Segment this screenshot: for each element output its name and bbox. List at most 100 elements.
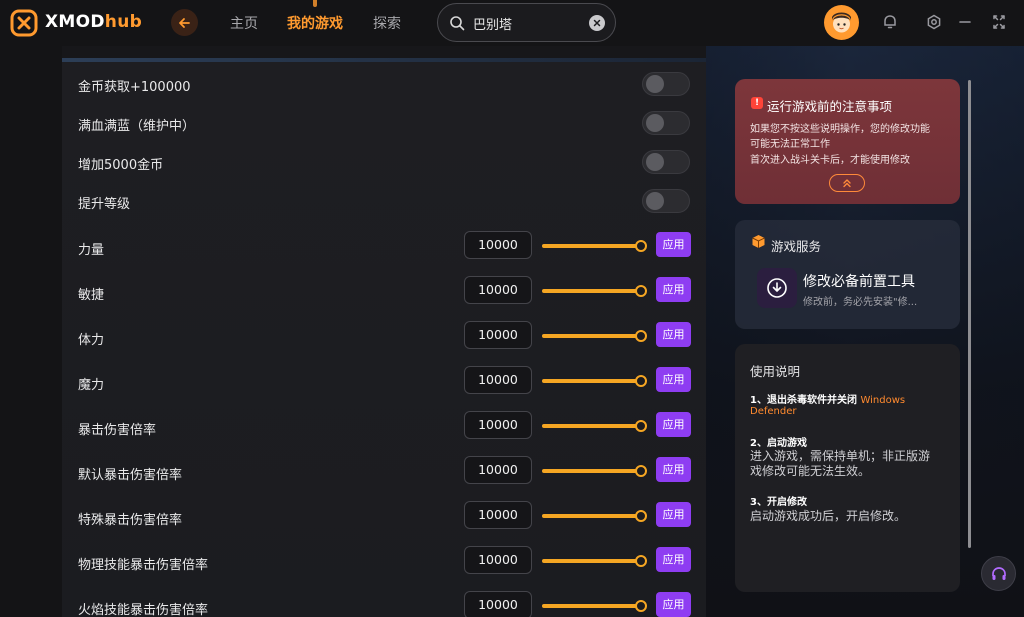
- support-button[interactable]: [981, 556, 1016, 591]
- slider-thumb[interactable]: [635, 600, 647, 612]
- close-icon: [593, 19, 601, 27]
- clear-search-button[interactable]: [589, 15, 605, 31]
- apply-button[interactable]: 应用: [656, 322, 691, 347]
- toggle-row: 满血满蓝（维护中）: [62, 104, 706, 144]
- slider-thumb[interactable]: [635, 465, 647, 477]
- search-box[interactable]: [437, 3, 616, 42]
- toggle-knob: [646, 114, 664, 132]
- tool-name[interactable]: 修改必备前置工具: [803, 271, 915, 291]
- double-chevron-up-icon: [843, 179, 851, 188]
- nav-home[interactable]: 主页: [230, 13, 258, 33]
- notice-line: 如果您不按这些说明操作，您的修改功能: [750, 124, 930, 135]
- avatar[interactable]: [824, 5, 859, 40]
- slider-row: 暴击伤害倍率 10000 应用: [62, 408, 706, 448]
- back-button[interactable]: [171, 9, 198, 36]
- fullscreen-icon[interactable]: [992, 14, 1006, 30]
- slider-label: 默认暴击伤害倍率: [78, 468, 183, 483]
- notice-title: 运行游戏前的注意事项: [767, 99, 893, 114]
- apply-button[interactable]: 应用: [656, 367, 691, 392]
- value-slider[interactable]: [542, 330, 647, 342]
- nav-my-games[interactable]: 我的游戏: [287, 13, 343, 33]
- minimize-icon[interactable]: [958, 14, 972, 30]
- search-input[interactable]: [473, 13, 583, 33]
- download-icon: [767, 278, 787, 298]
- right-scrollbar[interactable]: [968, 80, 971, 548]
- value-input[interactable]: 10000: [464, 366, 532, 394]
- value-input[interactable]: 10000: [464, 321, 532, 349]
- step-3-title: 3、开启修改: [750, 497, 807, 508]
- toggle-row: 金币获取+100000: [62, 65, 706, 105]
- apply-button[interactable]: 应用: [656, 502, 691, 527]
- slider-thumb[interactable]: [635, 285, 647, 297]
- value-input[interactable]: 10000: [464, 591, 532, 617]
- notice-card: ! 运行游戏前的注意事项 如果您不按这些说明操作，您的修改功能 可能无法正常工作…: [735, 79, 960, 204]
- apply-button[interactable]: 应用: [656, 547, 691, 572]
- slider-label: 体力: [78, 333, 105, 348]
- value-input[interactable]: 10000: [464, 276, 532, 304]
- panel-top-border: [62, 58, 706, 62]
- value-slider[interactable]: [542, 555, 647, 567]
- slider-label: 暴击伤害倍率: [78, 423, 157, 438]
- value-slider[interactable]: [542, 510, 647, 522]
- slider-label: 力量: [78, 243, 105, 258]
- notification-icon[interactable]: [882, 14, 898, 30]
- toggle-switch[interactable]: [642, 189, 690, 213]
- toggle-label: 提升等级: [78, 197, 131, 212]
- slider-label: 火焰技能暴击伤害倍率: [78, 603, 209, 617]
- tool-description: 修改前，务必先安装"修...: [803, 297, 918, 308]
- toggle-knob: [646, 192, 664, 210]
- slider-row: 力量 10000 应用: [62, 228, 706, 268]
- cheat-list-panel: 金币获取+100000 满血满蓝（维护中） 增加5000金币 提升等级 力量 1…: [62, 58, 706, 617]
- value-input[interactable]: 10000: [464, 411, 532, 439]
- step-1-title: 1、退出杀毒软件并关闭 Windows: [750, 391, 905, 406]
- brand-main: XMOD: [45, 12, 105, 32]
- slider-thumb[interactable]: [635, 510, 647, 522]
- apply-button[interactable]: 应用: [656, 592, 691, 617]
- value-slider[interactable]: [542, 465, 647, 477]
- toggle-knob: [646, 153, 664, 171]
- toggle-switch[interactable]: [642, 72, 690, 96]
- value-input[interactable]: 10000: [464, 456, 532, 484]
- brand-accent: hub: [104, 12, 143, 32]
- nav-active-indicator: [313, 0, 317, 7]
- tool-download-button[interactable]: [757, 268, 797, 308]
- value-slider[interactable]: [542, 285, 647, 297]
- notice-line: 首次进入战斗关卡后，才能使用修改: [750, 155, 910, 166]
- apply-button[interactable]: 应用: [656, 457, 691, 482]
- value-input[interactable]: 10000: [464, 231, 532, 259]
- value-slider[interactable]: [542, 375, 647, 387]
- nav-explore[interactable]: 探索: [373, 13, 401, 33]
- notice-line: 可能无法正常工作: [750, 139, 830, 150]
- top-bar: XMODhub 主页 我的游戏 探索: [0, 0, 1024, 46]
- value-slider[interactable]: [542, 240, 647, 252]
- slider-thumb[interactable]: [635, 420, 647, 432]
- left-gutter: [0, 46, 62, 617]
- value-input[interactable]: 10000: [464, 546, 532, 574]
- xmodhub-logo-icon[interactable]: [10, 9, 38, 37]
- instructions-title: 使用说明: [750, 364, 801, 379]
- service-title: 游戏服务: [771, 239, 822, 254]
- step-3-line: 启动游戏成功后，开启修改。: [750, 509, 907, 523]
- slider-thumb[interactable]: [635, 555, 647, 567]
- apply-button[interactable]: 应用: [656, 277, 691, 302]
- slider-row: 物理技能暴击伤害倍率 10000 应用: [62, 543, 706, 583]
- toggle-row: 增加5000金币: [62, 143, 706, 183]
- slider-thumb[interactable]: [635, 330, 647, 342]
- toggle-switch[interactable]: [642, 150, 690, 174]
- slider-thumb[interactable]: [635, 375, 647, 387]
- slider-thumb[interactable]: [635, 240, 647, 252]
- package-icon: [752, 235, 765, 248]
- value-input[interactable]: 10000: [464, 501, 532, 529]
- slider-label: 特殊暴击伤害倍率: [78, 513, 183, 528]
- collapse-button[interactable]: [829, 174, 865, 192]
- slider-row: 火焰技能暴击伤害倍率 10000 应用: [62, 588, 706, 617]
- value-slider[interactable]: [542, 420, 647, 432]
- brand-name: XMODhub: [45, 12, 142, 32]
- value-slider[interactable]: [542, 600, 647, 612]
- settings-icon[interactable]: [926, 14, 942, 30]
- apply-button[interactable]: 应用: [656, 232, 691, 257]
- apply-button[interactable]: 应用: [656, 412, 691, 437]
- instructions-card: 使用说明 1、退出杀毒软件并关闭 Windows Defender 2、启动游戏…: [735, 344, 960, 592]
- toggle-switch[interactable]: [642, 111, 690, 135]
- slider-row: 默认暴击伤害倍率 10000 应用: [62, 453, 706, 493]
